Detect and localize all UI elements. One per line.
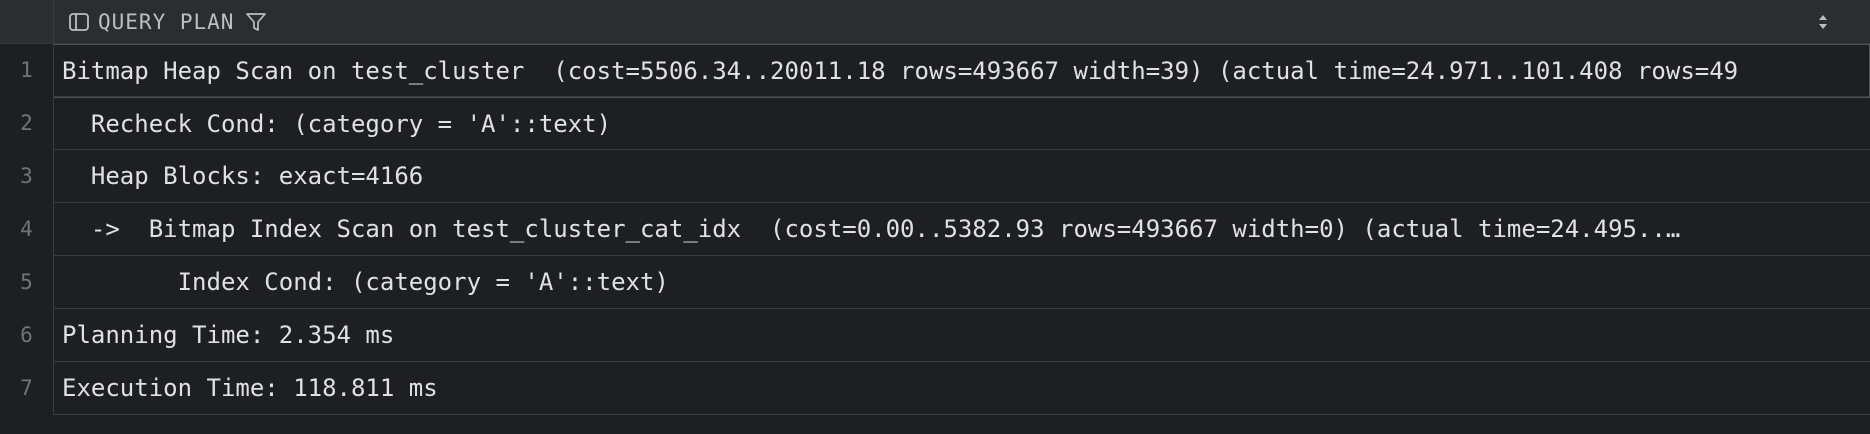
query-results-grid: QUERY PLAN 1 Bitmap Heap Scan on test_cl…: [0, 0, 1870, 434]
row-number: 2: [0, 97, 54, 150]
column-title: QUERY PLAN: [98, 10, 235, 34]
column-header-query-plan[interactable]: QUERY PLAN: [54, 0, 1870, 44]
table-row[interactable]: 4 -> Bitmap Index Scan on test_cluster_c…: [0, 203, 1870, 256]
row-number: 4: [0, 203, 54, 256]
table-row[interactable]: 3 Heap Blocks: exact=4166: [0, 150, 1870, 203]
table-row[interactable]: 7 Execution Time: 118.811 ms: [0, 362, 1870, 415]
panel-icon[interactable]: [66, 9, 92, 35]
query-plan-cell[interactable]: Planning Time: 2.354 ms: [54, 309, 1870, 362]
result-rows: 1 Bitmap Heap Scan on test_cluster (cost…: [0, 44, 1870, 415]
table-row[interactable]: 6 Planning Time: 2.354 ms: [0, 309, 1870, 362]
query-plan-cell[interactable]: Heap Blocks: exact=4166: [54, 150, 1870, 203]
row-number: 1: [0, 44, 54, 97]
query-plan-cell[interactable]: Bitmap Heap Scan on test_cluster (cost=5…: [54, 44, 1870, 97]
query-plan-cell[interactable]: Index Cond: (category = 'A'::text): [54, 256, 1870, 309]
sort-arrows-icon[interactable]: [1816, 10, 1830, 34]
query-plan-cell[interactable]: Recheck Cond: (category = 'A'::text): [54, 97, 1870, 150]
query-plan-cell[interactable]: Execution Time: 118.811 ms: [54, 362, 1870, 415]
query-plan-cell[interactable]: -> Bitmap Index Scan on test_cluster_cat…: [54, 203, 1870, 256]
table-row[interactable]: 1 Bitmap Heap Scan on test_cluster (cost…: [0, 44, 1870, 97]
table-row[interactable]: 5 Index Cond: (category = 'A'::text): [0, 256, 1870, 309]
filter-icon[interactable]: [244, 10, 268, 34]
row-number: 7: [0, 362, 54, 415]
row-number: 5: [0, 256, 54, 309]
row-number: 6: [0, 309, 54, 362]
grid-header: QUERY PLAN: [0, 0, 1870, 44]
row-number-header[interactable]: [0, 0, 54, 44]
row-number: 3: [0, 150, 54, 203]
table-row[interactable]: 2 Recheck Cond: (category = 'A'::text): [0, 97, 1870, 150]
